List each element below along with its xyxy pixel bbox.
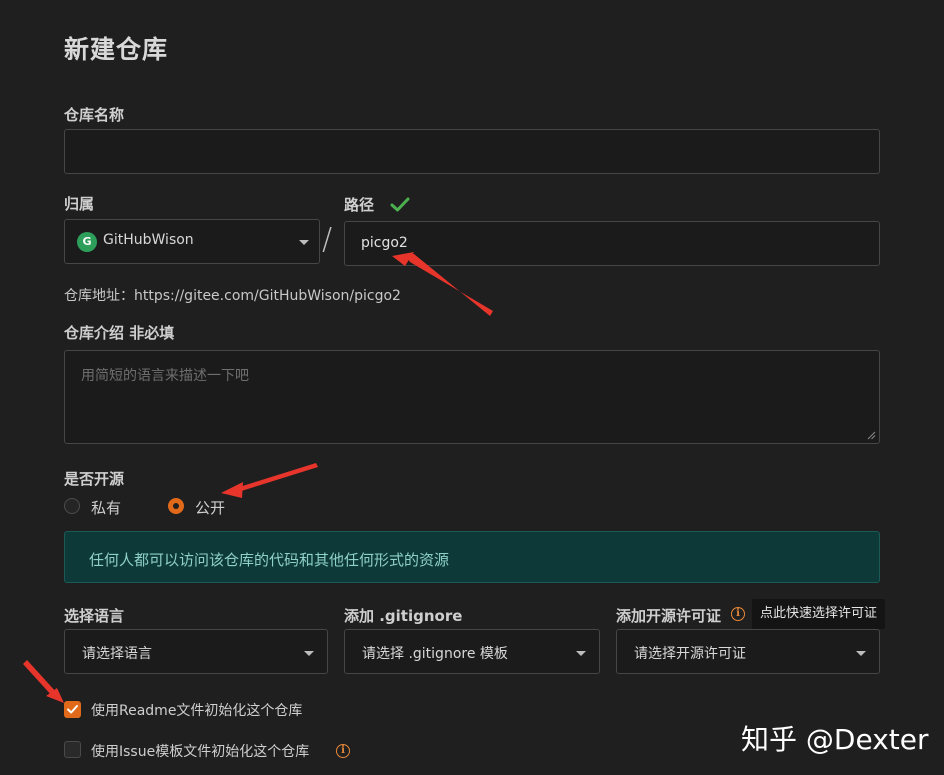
arrow-to-public-head bbox=[221, 482, 243, 498]
arrow-to-path bbox=[405, 254, 493, 316]
annotation-arrows bbox=[23, 252, 493, 703]
arrow-to-public bbox=[236, 463, 318, 492]
arrow-to-readme bbox=[23, 660, 57, 697]
